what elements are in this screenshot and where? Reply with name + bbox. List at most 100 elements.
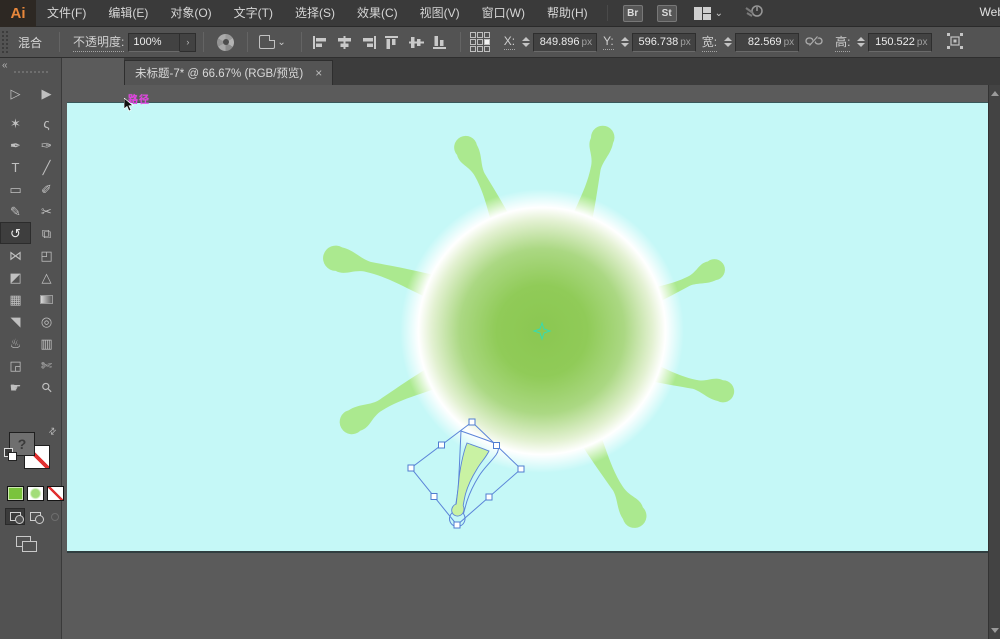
align-top-icon[interactable] bbox=[381, 31, 405, 53]
arrange-documents-icon[interactable] bbox=[694, 7, 711, 20]
slice-tool[interactable]: ✄ bbox=[31, 354, 62, 376]
menu-type[interactable]: 文字(T) bbox=[223, 0, 284, 26]
paintbrush-tool[interactable]: ✐ bbox=[31, 178, 62, 200]
scissors-tool[interactable]: ✂ bbox=[31, 200, 62, 222]
rectangle-tool[interactable]: ▭ bbox=[0, 178, 31, 200]
height-stepper[interactable] bbox=[857, 37, 865, 47]
column-graph-tool[interactable]: ▥ bbox=[31, 332, 62, 354]
menu-effect[interactable]: 效果(C) bbox=[346, 0, 409, 26]
transform-icon[interactable] bbox=[946, 33, 964, 52]
zoom-tool[interactable]: ⚲ bbox=[31, 376, 62, 398]
selection-handle[interactable] bbox=[486, 494, 492, 500]
align-left-icon[interactable] bbox=[309, 31, 333, 53]
color-button[interactable] bbox=[7, 486, 24, 501]
direct-selection-tool[interactable]: ▶ bbox=[31, 82, 62, 104]
none-button[interactable] bbox=[47, 486, 64, 501]
document-viewport[interactable]: 未标题-7* @ 66.67% (RGB/预览) × 路径 bbox=[62, 58, 1000, 639]
draw-behind-button[interactable] bbox=[25, 508, 45, 525]
selection-handle[interactable] bbox=[469, 419, 475, 425]
width-stepper[interactable] bbox=[724, 37, 732, 47]
y-label[interactable]: Y: bbox=[603, 34, 614, 50]
align-v-center-icon[interactable] bbox=[405, 31, 429, 53]
pen-tool[interactable]: ✒ bbox=[0, 134, 31, 156]
gradient-button[interactable] bbox=[27, 486, 44, 501]
screen-mode-button[interactable] bbox=[16, 536, 38, 552]
artboard[interactable] bbox=[67, 102, 988, 553]
y-field[interactable]: 596.738 px bbox=[632, 33, 696, 52]
width-label[interactable]: 宽: bbox=[702, 33, 717, 52]
type-tool[interactable]: T bbox=[0, 156, 31, 178]
stock-button[interactable]: St bbox=[657, 5, 677, 22]
magic-wand-tool[interactable]: ✶ bbox=[0, 112, 31, 134]
chevron-down-icon[interactable]: ⌄ bbox=[277, 37, 285, 48]
hand-tool[interactable]: ☛ bbox=[0, 376, 31, 398]
x-label[interactable]: X: bbox=[504, 34, 515, 50]
default-fill-stroke-icon[interactable] bbox=[4, 448, 13, 457]
close-tab-icon[interactable]: × bbox=[315, 66, 322, 80]
bridge-button[interactable]: Br bbox=[623, 5, 643, 22]
reference-point-icon[interactable] bbox=[470, 32, 490, 52]
selection-tool[interactable]: ▷ bbox=[0, 82, 31, 104]
selection-handle[interactable] bbox=[494, 443, 500, 449]
height-field[interactable]: 150.522 px bbox=[868, 33, 932, 52]
chevron-down-icon[interactable]: ⌄ bbox=[715, 8, 723, 19]
vertical-scrollbar[interactable] bbox=[988, 85, 1000, 639]
eyedropper-tool[interactable]: ◥ bbox=[0, 310, 31, 332]
width-tool[interactable]: ⋈ bbox=[0, 244, 31, 266]
opacity-field[interactable]: 100% bbox=[128, 33, 180, 52]
mesh-tool[interactable]: ▦ bbox=[0, 288, 31, 310]
x-field[interactable]: 849.896 px bbox=[533, 33, 597, 52]
artboard-tool[interactable]: ◲ bbox=[0, 354, 31, 376]
scroll-up-icon[interactable] bbox=[991, 91, 999, 96]
collapse-panel-button[interactable]: « bbox=[2, 60, 8, 71]
document-tab[interactable]: 未标题-7* @ 66.67% (RGB/预览) × bbox=[124, 60, 333, 85]
rotate-tool[interactable]: ↺ bbox=[0, 222, 31, 244]
controlbar-grip[interactable] bbox=[2, 31, 8, 53]
perspective-grid-tool[interactable]: △ bbox=[31, 266, 62, 288]
panel-grip[interactable] bbox=[14, 71, 48, 73]
line-segment-tool[interactable]: ╱ bbox=[31, 156, 62, 178]
lasso-tool[interactable]: ς bbox=[31, 112, 62, 134]
scale-tool[interactable]: ⧉ bbox=[31, 222, 62, 244]
sun-circle[interactable] bbox=[400, 189, 684, 473]
shape-builder-tool[interactable]: ◩ bbox=[0, 266, 31, 288]
menu-select[interactable]: 选择(S) bbox=[284, 0, 346, 26]
selection-handle[interactable] bbox=[431, 494, 437, 500]
scroll-down-icon[interactable] bbox=[991, 628, 999, 633]
menu-edit[interactable]: 编辑(E) bbox=[97, 0, 159, 26]
selection-handle[interactable] bbox=[408, 465, 414, 471]
align-bottom-icon[interactable] bbox=[429, 31, 453, 53]
selection-handle[interactable] bbox=[439, 442, 445, 448]
opacity-dropdown-button[interactable]: › bbox=[180, 33, 196, 52]
cs-live-sync-icon[interactable] bbox=[745, 4, 763, 23]
menu-view[interactable]: 视图(V) bbox=[409, 0, 471, 26]
symbol-sprayer-tool[interactable]: ♨ bbox=[0, 332, 31, 354]
document-setup-icon[interactable] bbox=[259, 35, 275, 49]
width-field[interactable]: 82.569 px bbox=[735, 33, 799, 52]
separator bbox=[203, 32, 204, 52]
app-logo[interactable]: Ai bbox=[0, 0, 36, 27]
draw-inside-button[interactable] bbox=[45, 508, 65, 525]
align-right-icon[interactable] bbox=[357, 31, 381, 53]
selection-handle[interactable] bbox=[454, 522, 460, 528]
align-h-center-icon[interactable] bbox=[333, 31, 357, 53]
free-transform-tool[interactable]: ◰ bbox=[31, 244, 62, 266]
selection-handle[interactable] bbox=[518, 466, 524, 472]
height-label[interactable]: 高: bbox=[835, 33, 850, 52]
workspace-name[interactable]: Web bbox=[980, 5, 1000, 19]
menu-file[interactable]: 文件(F) bbox=[36, 0, 97, 26]
recolor-artwork-icon[interactable] bbox=[217, 34, 234, 51]
gradient-tool[interactable] bbox=[31, 288, 62, 310]
draw-normal-button[interactable] bbox=[5, 508, 25, 525]
blend-tool[interactable]: ◎ bbox=[31, 310, 62, 332]
menu-help[interactable]: 帮助(H) bbox=[536, 0, 599, 26]
opacity-label[interactable]: 不透明度: bbox=[73, 33, 124, 52]
y-stepper[interactable] bbox=[621, 37, 629, 47]
pencil-tool[interactable]: ✎ bbox=[0, 200, 31, 222]
menu-object[interactable]: 对象(O) bbox=[159, 0, 222, 26]
unlink-dimensions-icon[interactable] bbox=[805, 35, 823, 50]
menu-window[interactable]: 窗口(W) bbox=[471, 0, 536, 26]
x-stepper[interactable] bbox=[522, 37, 530, 47]
blob-brush-tool[interactable]: ✑ bbox=[31, 134, 62, 156]
swap-fill-stroke-icon[interactable]: ⇄ bbox=[47, 425, 60, 438]
